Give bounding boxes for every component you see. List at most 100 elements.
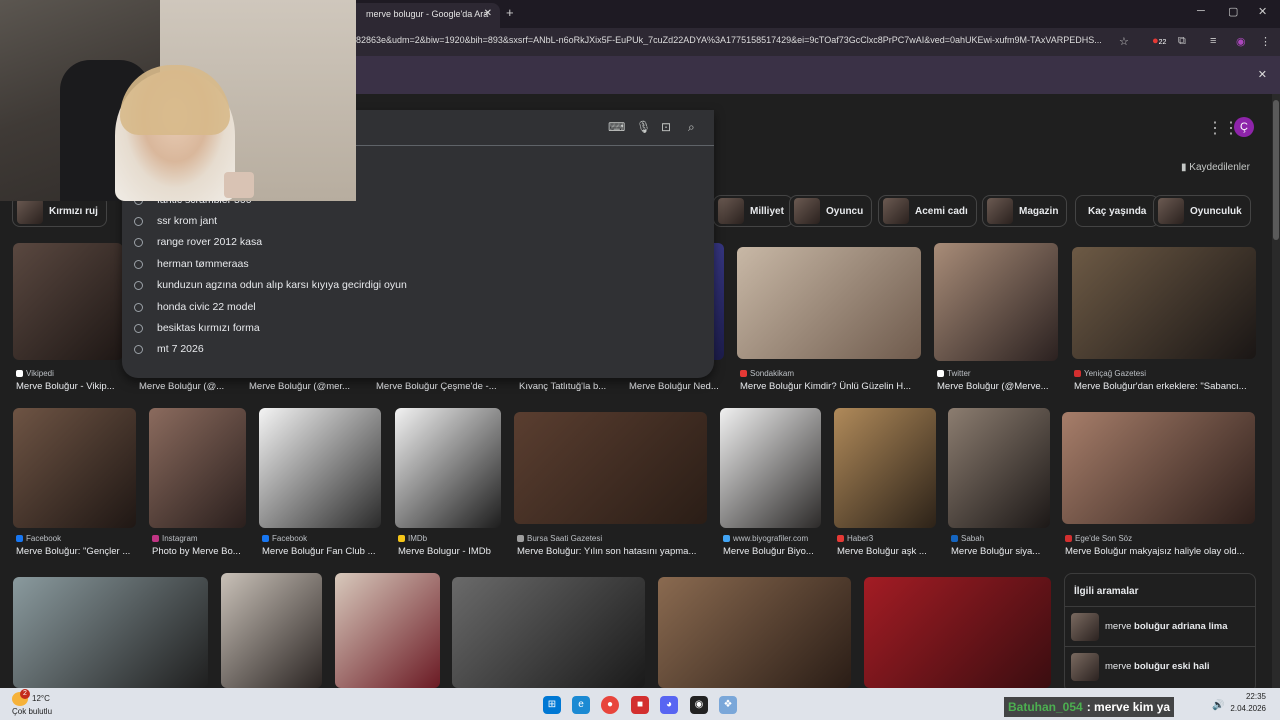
keyboard-icon[interactable]: ⌨	[608, 120, 625, 134]
media-control-icon[interactable]: ≡	[1210, 35, 1216, 47]
result-title[interactable]: Merve Boluğur Ned...	[629, 381, 724, 392]
result-title[interactable]: Kıvanç Tatlıtuğ'la b...	[519, 381, 619, 392]
filter-chip[interactable]: Magazin	[982, 195, 1068, 227]
result-image[interactable]	[13, 408, 136, 528]
result-image[interactable]	[13, 577, 208, 688]
tab-active[interactable]: merve bolugur - Google'da Ara ✕	[350, 3, 500, 28]
result-image[interactable]	[335, 573, 440, 688]
result-image[interactable]	[514, 412, 707, 524]
start-icon[interactable]: ⊞	[543, 696, 561, 714]
filter-chip[interactable]: Oyunculuk	[1153, 195, 1251, 227]
related-label: merve boluğur adriana lima	[1105, 621, 1227, 632]
result-title[interactable]: Merve Boluğur Çeşme'de -...	[376, 381, 506, 392]
source-label: Twitter	[947, 369, 971, 378]
account-avatar[interactable]: Ç	[1234, 117, 1254, 137]
result-title[interactable]: Merve Boluğur siya...	[951, 546, 1051, 557]
minimize-button[interactable]: ─	[1197, 5, 1205, 17]
suggestion-item[interactable]: honda civic 22 model	[134, 301, 256, 313]
source-label: Facebook	[26, 534, 62, 543]
result-title[interactable]: Merve Bolugur - IMDb	[398, 546, 502, 557]
edge-icon[interactable]: e	[572, 696, 590, 714]
extensions-puzzle-icon[interactable]: ⧉	[1178, 35, 1186, 48]
result-title[interactable]: Merve Boluğur makyajsız haliyle olay old…	[1065, 546, 1255, 557]
obs-icon[interactable]: ◉	[690, 696, 708, 714]
chat-overlay: Batuhan_054 : merve kim ya	[1004, 697, 1175, 717]
maximize-button[interactable]: ▢	[1228, 5, 1238, 18]
lens-camera-icon[interactable]: ⊡	[661, 120, 671, 134]
filter-chip[interactable]: Milliyet	[713, 195, 793, 227]
page-scrollbar[interactable]	[1272, 94, 1280, 688]
history-icon	[134, 344, 143, 354]
scrollbar-thumb[interactable]	[1273, 100, 1279, 240]
suggestion-label: besiktas kırmızı forma	[157, 322, 260, 334]
result-image[interactable]	[737, 247, 921, 359]
profile-icon[interactable]: ◉	[1236, 35, 1246, 48]
tab-close-icon[interactable]: ✕	[484, 3, 492, 25]
history-icon	[134, 280, 143, 290]
result-image[interactable]	[934, 243, 1058, 361]
result-source: Facebook	[16, 534, 61, 543]
search-icon[interactable]: ⌕	[688, 120, 695, 135]
new-tab-button[interactable]: +	[506, 5, 514, 20]
bookmark-star-icon[interactable]: ☆	[1119, 35, 1129, 48]
result-source: Twitter	[937, 369, 971, 378]
weather-widget[interactable]: 12°C Çok bulutlu	[12, 692, 52, 717]
discord-icon[interactable]: ◕	[660, 696, 678, 714]
result-image[interactable]	[221, 573, 322, 688]
related-item[interactable]: merve boluğur adriana lima	[1065, 606, 1255, 646]
related-item[interactable]: merve boluğur eski hali	[1065, 646, 1255, 686]
result-image[interactable]	[834, 408, 936, 528]
result-title[interactable]: Merve Boluğur'dan erkeklere: "Sabancı...	[1074, 381, 1256, 392]
suggestion-item[interactable]: herman tømmeraas	[134, 258, 249, 270]
infobar-close-icon[interactable]: ✕	[1258, 68, 1267, 81]
result-image[interactable]	[1062, 412, 1255, 524]
chat-message: : merve kim ya	[1086, 700, 1171, 714]
result-title[interactable]: Merve Boluğur (@mer...	[249, 381, 363, 392]
related-label: merve boluğur eski hali	[1105, 661, 1210, 672]
result-image[interactable]	[149, 408, 246, 528]
suggestion-item[interactable]: ssr krom jant	[134, 215, 217, 227]
result-title[interactable]: Merve Boluğur (@...	[139, 381, 239, 392]
saved-link[interactable]: ▮ Kaydedilenler	[1181, 162, 1250, 173]
result-image[interactable]	[395, 408, 501, 528]
result-image[interactable]	[864, 577, 1051, 688]
filter-chip[interactable]: Acemi cadı	[878, 195, 977, 227]
result-source: Facebook	[262, 534, 307, 543]
result-image[interactable]	[1072, 247, 1256, 359]
result-title[interactable]: Merve Boluğur: Yılın son hatasını yapma.…	[517, 546, 707, 557]
window-close-button[interactable]: ✕	[1258, 5, 1267, 18]
source-label: Facebook	[272, 534, 308, 543]
result-title[interactable]: Photo by Merve Bo...	[152, 546, 246, 557]
suggestion-item[interactable]: range rover 2012 kasa	[134, 236, 262, 248]
speaker-icon[interactable]: 🔊	[1212, 700, 1224, 711]
result-image[interactable]	[259, 408, 381, 528]
microphone-icon[interactable]: 🎙	[636, 120, 651, 134]
result-title[interactable]: Merve Boluğur Kimdir? Ünlü Güzelin H...	[740, 381, 922, 392]
app-icon[interactable]: ■	[631, 696, 649, 714]
result-image[interactable]	[658, 577, 851, 688]
result-title[interactable]: Merve Boluğur - Vikip...	[16, 381, 128, 392]
weather-badge: 2	[20, 689, 30, 699]
chrome-icon[interactable]: ●	[601, 696, 619, 714]
favicon-icon	[837, 535, 844, 542]
extension-icon[interactable]: ●22	[1152, 35, 1166, 47]
filter-chip[interactable]: Oyuncu	[789, 195, 873, 227]
result-image[interactable]	[720, 408, 821, 528]
result-image[interactable]	[948, 408, 1050, 528]
suggestion-item[interactable]: mt 7 2026	[134, 343, 204, 355]
url-field[interactable]: 82863e&udm=2&biw=1920&bih=893&sxsrf=ANbL…	[356, 35, 1111, 45]
result-title[interactable]: Merve Boluğur (@Merve...	[937, 381, 1059, 392]
result-image[interactable]	[13, 243, 123, 360]
result-title[interactable]: Merve Boluğur Biyo...	[723, 546, 823, 557]
taskbar-clock[interactable]: 22:35 2.04.2026	[1230, 691, 1266, 715]
suggestion-item[interactable]: besiktas kırmızı forma	[134, 322, 260, 334]
filter-chip[interactable]: Kaç yaşında	[1075, 195, 1160, 227]
favicon-icon	[937, 370, 944, 377]
result-title[interactable]: Merve Boluğur aşk ...	[837, 546, 937, 557]
result-image[interactable]	[452, 577, 645, 688]
result-title[interactable]: Merve Boluğur Fan Club ...	[262, 546, 382, 557]
network-app-icon[interactable]: ❖	[719, 696, 737, 714]
browser-menu-icon[interactable]: ⋮	[1260, 35, 1271, 48]
result-title[interactable]: Merve Boluğur: "Gençler ...	[16, 546, 136, 557]
suggestion-item[interactable]: kunduzun agzına odun alıp karsı kıyıya g…	[134, 279, 407, 291]
